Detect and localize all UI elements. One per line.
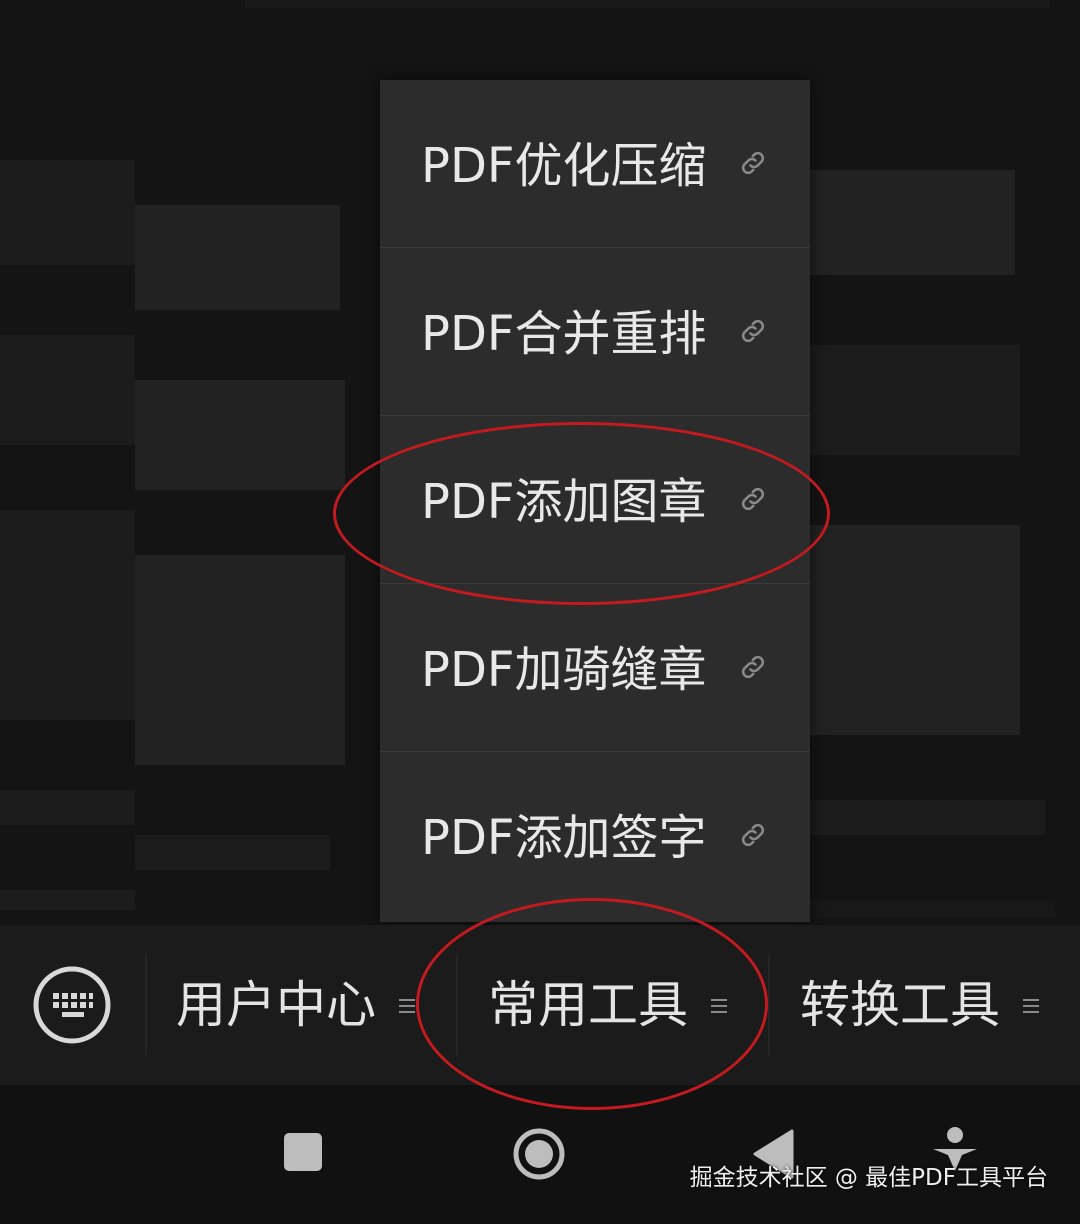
background-block [135,380,345,490]
watermark: 掘金技术社区 @ 最佳PDF工具平台 [689,1165,1048,1191]
background-block [810,900,1055,918]
tab-convert-tools[interactable]: 转换工具 [800,965,1050,1045]
background-block [135,835,330,870]
menu-item-pdf-add-stamp[interactable]: PDF添加图章 [380,416,810,584]
menu-icon [711,999,727,1013]
tools-popup-menu: PDF优化压缩 PDF合并重排 PDF添加图章 PDF加骑缝章 PDF添加签字 [380,80,810,922]
background-block [0,890,135,910]
menu-item-pdf-compress[interactable]: PDF优化压缩 [380,80,810,248]
bottom-tab-bar: 用户中心 常用工具 转换工具 [0,925,1080,1085]
tab-label: 常用工具 [488,976,688,1034]
menu-item-pdf-merge[interactable]: PDF合并重排 [380,248,810,416]
menu-item-pdf-seam-stamp[interactable]: PDF加骑缝章 [380,584,810,752]
tab-separator [768,955,770,1055]
background-block [245,0,1050,8]
link-icon [741,655,765,679]
tab-common-tools[interactable]: 常用工具 [488,965,738,1045]
link-icon [741,487,765,511]
menu-icon [399,999,415,1013]
menu-icon [1023,999,1039,1013]
background-block [0,510,135,720]
link-icon [741,319,765,343]
tab-user-center[interactable]: 用户中心 [176,965,416,1045]
tab-label: 用户中心 [176,976,376,1034]
link-icon [741,823,765,847]
system-nav-bar: 掘金技术社区 @ 最佳PDF工具平台 [0,1085,1080,1224]
background-block [135,205,340,310]
background-block [810,170,1015,275]
background-block [0,790,135,825]
menu-item-label: PDF合并重排 [421,306,707,362]
background-block [810,800,1045,835]
recent-apps-icon[interactable] [284,1133,322,1171]
tab-label: 转换工具 [800,976,1000,1034]
tab-separator [145,955,147,1055]
menu-item-label: PDF加骑缝章 [421,642,707,698]
background-block [135,555,345,765]
home-icon[interactable] [512,1127,566,1181]
link-icon [741,151,765,175]
background-block [810,525,1020,735]
keyboard-icon[interactable] [32,965,112,1045]
menu-item-pdf-add-signature[interactable]: PDF添加签字 [380,752,810,920]
menu-item-label: PDF添加签字 [421,810,707,866]
menu-item-label: PDF优化压缩 [421,138,707,194]
background-block [0,335,135,445]
tab-separator [456,955,458,1055]
background-block [810,345,1020,455]
menu-item-label: PDF添加图章 [421,474,707,530]
background-block [0,160,135,265]
